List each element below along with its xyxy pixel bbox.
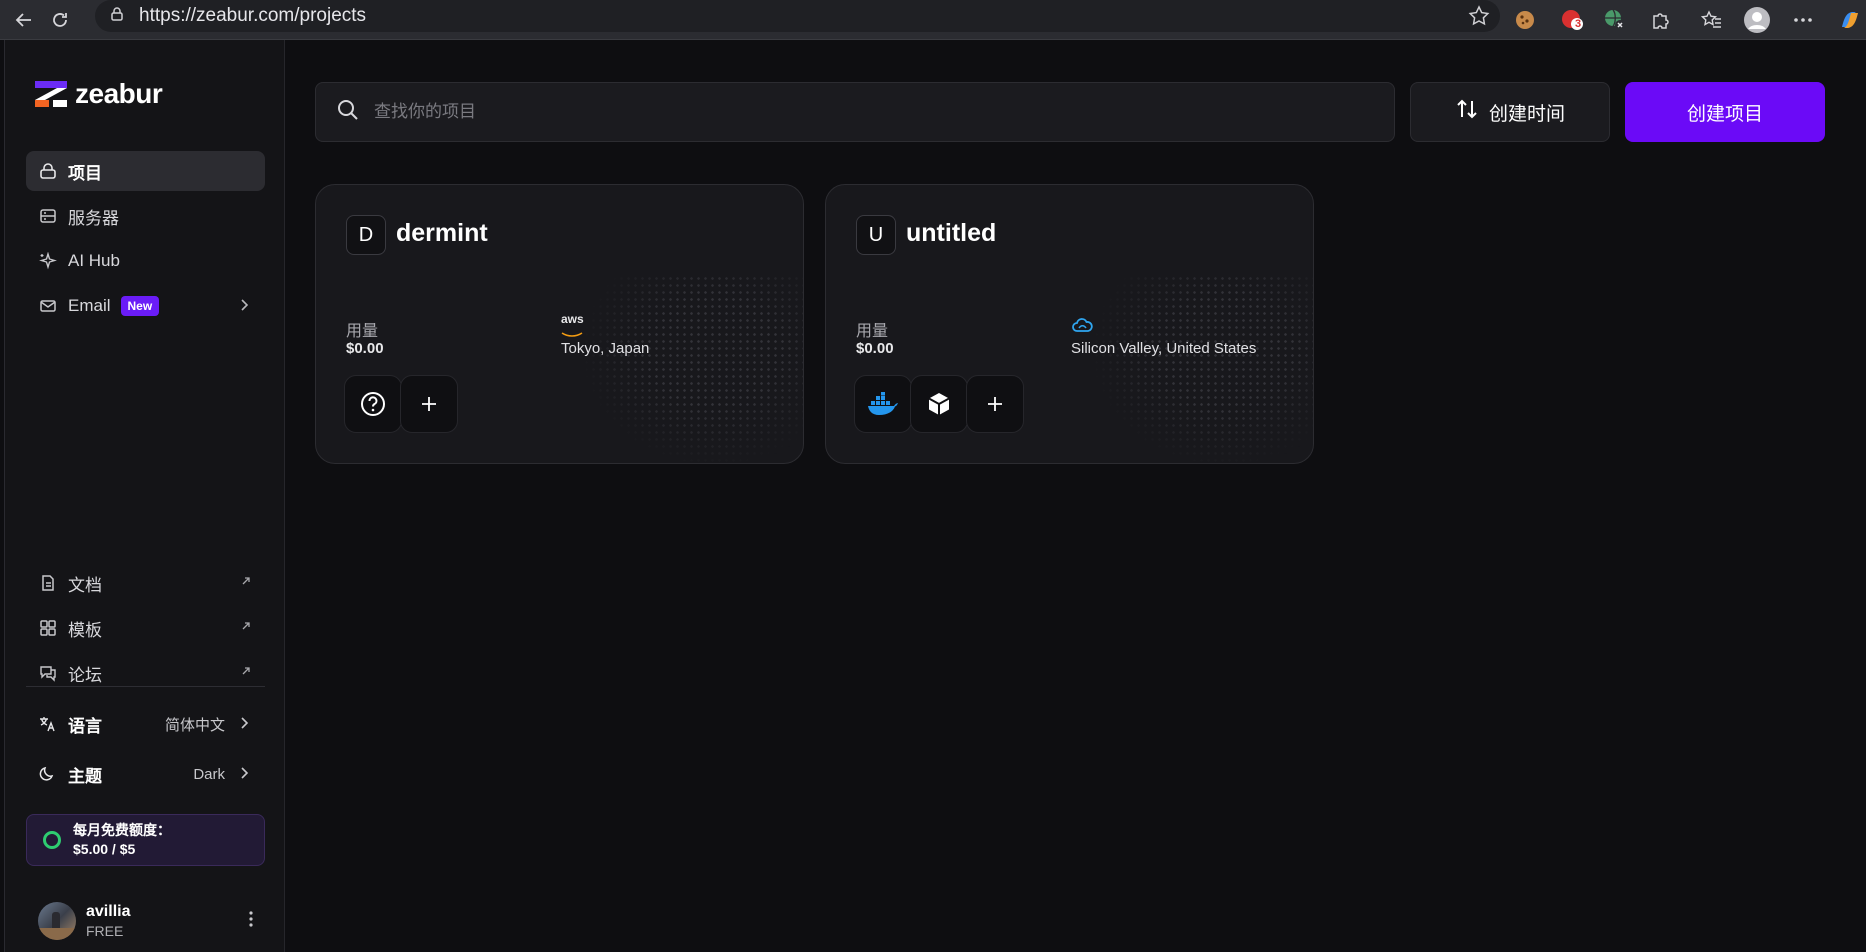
search-icon (336, 98, 360, 127)
sidebar-item-label: Email (68, 296, 111, 315)
world-map-decoration (1093, 275, 1313, 463)
package-service-button[interactable] (910, 375, 968, 433)
address-bar[interactable]: https://zeabur.com/projects (95, 0, 1500, 32)
sidebar-link-templates[interactable]: 模板 (26, 608, 265, 648)
theme-label: 主题 (68, 766, 102, 786)
kebab-menu-icon[interactable] (248, 910, 254, 928)
template-icon (38, 618, 58, 638)
plus-icon (422, 397, 436, 411)
logo-text: zeabur (75, 78, 163, 109)
user-profile[interactable]: avillia FREE (38, 896, 268, 946)
aws-icon: aws (561, 313, 584, 343)
doc-icon (38, 573, 58, 593)
region-text: Tokyo, Japan (561, 340, 650, 357)
project-search[interactable] (315, 82, 1395, 142)
cloud-provider-icon (1071, 317, 1093, 338)
reload-icon[interactable] (44, 4, 76, 36)
chevron-right-icon (235, 296, 253, 319)
lock-icon (38, 161, 58, 181)
credit-ring-icon (43, 831, 61, 849)
world-map-decoration (583, 275, 803, 463)
star-icon[interactable] (1468, 5, 1490, 32)
sidebar-link-label: 文档 (68, 575, 102, 595)
sparkle-icon (38, 251, 58, 271)
language-label: 语言 (68, 716, 102, 736)
translate-icon (38, 715, 58, 733)
sidebar-divider (26, 686, 265, 687)
question-icon (361, 392, 385, 416)
project-name: untitled (906, 219, 997, 247)
globe-extension-icon[interactable] (1599, 4, 1631, 36)
cookie-extension-icon[interactable] (1509, 4, 1541, 36)
sidebar-item-label: 项目 (68, 163, 102, 183)
logo-icon (35, 81, 67, 107)
plus-icon (988, 397, 1002, 411)
external-link-icon (241, 665, 251, 679)
user-plan: FREE (86, 923, 124, 939)
lock-icon (109, 6, 125, 27)
sidebar-link-forum[interactable]: 论坛 (26, 653, 265, 693)
server-icon (38, 206, 58, 226)
url-text: https://zeabur.com/projects (139, 5, 367, 26)
usage-value: $0.00 (856, 340, 894, 357)
docker-service-button[interactable] (854, 375, 912, 433)
new-badge: New (120, 296, 160, 316)
docker-icon (868, 392, 898, 415)
profile-icon[interactable] (1741, 4, 1773, 36)
usage-label: 用量 (856, 323, 889, 340)
theme-setting[interactable]: 主题 Dark (26, 754, 265, 794)
project-initial: D (346, 215, 386, 255)
shield-extension-icon[interactable]: 3 (1556, 4, 1588, 36)
chevron-right-icon (235, 714, 253, 737)
language-value: 简体中文 (164, 716, 225, 734)
project-name: dermint (396, 219, 488, 247)
external-link-icon (241, 620, 251, 634)
project-card-dermint[interactable]: D dermint 用量 $0.00 aws Tokyo, Japan (315, 184, 804, 464)
add-service-button[interactable] (966, 375, 1024, 433)
credit-label: 每月免费额度： (73, 822, 171, 838)
sidebar-link-label: 模板 (68, 620, 102, 640)
sidebar-item-email[interactable]: Email New (26, 286, 265, 326)
usage-value: $0.00 (346, 340, 384, 357)
theme-value: Dark (193, 765, 225, 783)
sidebar-link-docs[interactable]: 文档 (26, 563, 265, 603)
add-service-button[interactable] (400, 375, 458, 433)
sidebar-item-servers[interactable]: 服务器 (26, 196, 265, 236)
sort-icon (1455, 97, 1479, 127)
user-name: avillia (86, 903, 131, 920)
zeabur-logo[interactable]: zeabur (35, 78, 163, 110)
favorites-icon[interactable] (1696, 4, 1728, 36)
external-link-icon (241, 575, 251, 589)
region-text: Silicon Valley, United States (1071, 340, 1257, 357)
browser-toolbar: https://zeabur.com/projects 3 (0, 0, 1866, 40)
chevron-right-icon (235, 764, 253, 787)
back-icon[interactable] (8, 4, 40, 36)
puzzle-icon[interactable] (1645, 4, 1677, 36)
sidebar-link-label: 论坛 (68, 665, 102, 685)
usage-label: 用量 (346, 323, 379, 340)
cube-icon (928, 393, 950, 415)
monthly-credit-card[interactable]: 每月免费额度： $5.00 / $5 (26, 814, 265, 866)
moon-icon (38, 765, 58, 783)
sort-label: 创建时间 (1488, 103, 1565, 125)
mail-icon (38, 296, 58, 316)
sort-by-created-button[interactable]: 创建时间 (1410, 82, 1610, 142)
sidebar-item-label: 服务器 (68, 208, 119, 228)
sidebar-item-projects[interactable]: 项目 (26, 151, 265, 191)
credit-value: $5.00 / $5 (73, 841, 136, 857)
language-setting[interactable]: 语言 简体中文 (26, 704, 265, 744)
avatar (38, 902, 76, 940)
copilot-icon[interactable] (1834, 4, 1866, 36)
project-initial: U (856, 215, 896, 255)
create-project-button[interactable]: 创建项目 (1625, 82, 1825, 142)
forum-icon (38, 663, 58, 683)
search-input[interactable] (374, 102, 1274, 122)
extension-badge: 3 (1575, 18, 1582, 30)
sidebar-item-label: AI Hub (68, 251, 120, 270)
unknown-service-button[interactable] (344, 375, 402, 433)
project-card-untitled[interactable]: U untitled 用量 $0.00 Silicon Valley, Unit… (825, 184, 1314, 464)
sidebar: zeabur 项目 服务器 AI Hub Email New 文档 模板 论坛 … (4, 40, 285, 952)
more-icon[interactable] (1787, 4, 1819, 36)
sidebar-item-ai-hub[interactable]: AI Hub (26, 241, 265, 281)
